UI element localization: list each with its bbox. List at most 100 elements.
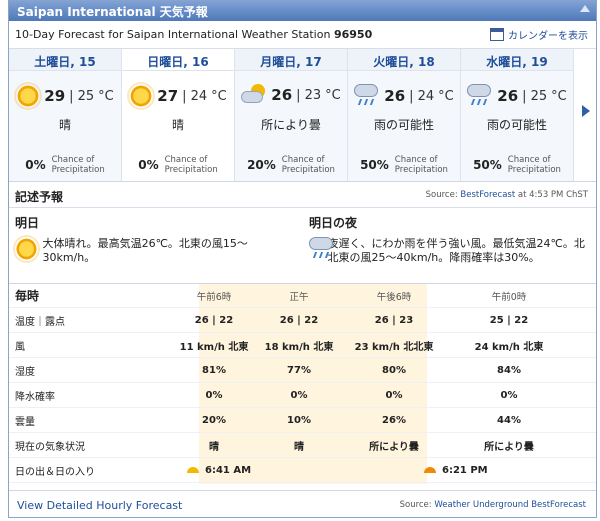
rain-icon bbox=[467, 84, 493, 108]
precip-label-1: Chance of bbox=[281, 155, 325, 165]
hourly-cell: 84% bbox=[497, 364, 521, 376]
show-calendar-link[interactable]: カレンダーを表示 bbox=[490, 27, 588, 42]
hourly-row: 雲量 20% 10% 26% 44% bbox=[9, 408, 596, 433]
narrative-today-text: 大体晴れ。最高気温26℃。北東の風15〜30km/h。 bbox=[42, 237, 248, 264]
hourly-row: 風 11 km/h 北東 18 km/h 北東 23 km/h 北北東 24 km/h … bbox=[9, 333, 596, 358]
day-precip-chance: 20% bbox=[247, 158, 276, 172]
hourly-cell: 10% bbox=[287, 414, 311, 426]
footer-source-prefix: Source: bbox=[399, 500, 432, 510]
forecast-widget: Saipan International 天気予報 10-Day Forecas… bbox=[8, 0, 597, 518]
day-condition: 所により曇 bbox=[261, 118, 321, 132]
hourly-cell: 44% bbox=[497, 414, 521, 426]
precip-label-1: Chance of bbox=[164, 155, 208, 165]
day-low-temp: 24 bbox=[417, 88, 435, 104]
hourly-cell: 0% bbox=[385, 389, 403, 401]
hourly-cell: 0% bbox=[290, 389, 308, 401]
hourly-cell: 晴 bbox=[294, 441, 304, 453]
day-temp-unit: °C bbox=[211, 88, 227, 104]
day-temp-unit: °C bbox=[98, 88, 114, 104]
sunset-icon bbox=[424, 467, 436, 473]
hourly-row-label: 湿度 bbox=[15, 366, 35, 378]
narrative-section: 明日 大体晴れ。最高気温26℃。北東の風15〜30km/h。 明日の夜 夜遅く、… bbox=[9, 208, 596, 284]
rain-icon bbox=[354, 84, 380, 108]
narrative-source-time: at 4:53 PM ChST bbox=[517, 190, 588, 200]
day-low-temp: 25 bbox=[530, 88, 548, 104]
day-low-temp: 23 bbox=[304, 87, 322, 103]
day-low-temp: 25 bbox=[77, 88, 95, 104]
narrative-title: 記述予報 bbox=[15, 190, 64, 204]
hourly-row-label: 現在の気象状況 bbox=[15, 441, 85, 453]
footer-source: Source: Weather Underground BestForecast bbox=[400, 500, 586, 510]
hourly-header-row: 毎時 午前6時 正午 午後6時 午前0時 bbox=[9, 284, 596, 308]
forecast-description: 10-Day Forecast for Saipan International… bbox=[15, 28, 331, 41]
day-high-temp: 26 bbox=[497, 87, 519, 105]
sunrise-sunset-row: 日の出＆日の入り 6:41 AM 6:21 PM bbox=[9, 458, 596, 483]
day-high-temp: 26 bbox=[384, 87, 406, 105]
forecast-subheader: 10-Day Forecast for Saipan International… bbox=[9, 21, 596, 49]
hourly-cell: 24 km/h 北東 bbox=[474, 341, 544, 353]
day-temp-unit: °C bbox=[551, 88, 567, 104]
day-high-temp: 26 bbox=[271, 86, 293, 104]
sunrise-time: 6:41 AM bbox=[205, 464, 252, 476]
hourly-row-label: 風 bbox=[15, 341, 25, 353]
day-temp-unit: °C bbox=[325, 87, 341, 103]
precip-label-1: Chance of bbox=[51, 155, 95, 165]
hourly-cell: 26 | 23 bbox=[374, 314, 414, 326]
narrative-tonight-text: 夜遅く、にわか雨を伴う強い風。最低気温24℃。北北東の風25〜40km/h。降雨… bbox=[327, 237, 585, 264]
daily-forecast-strip: 土曜日, 15 29 | 25 °C 晴 0% Chance of Precipitation 日… bbox=[9, 49, 596, 182]
wunderground-link[interactable]: Weather Underground BestForecast bbox=[434, 500, 586, 510]
day-name: 水曜日, 19 bbox=[461, 49, 573, 71]
sunrise-icon bbox=[187, 467, 199, 473]
next-days-arrow-icon[interactable] bbox=[582, 105, 590, 117]
day-column[interactable]: 水曜日, 19 26 | 25 °C 雨の可能性 50% Chance of Precipita… bbox=[461, 49, 574, 181]
hourly-row: 現在の気象状況晴晴所により曇 所により曇 bbox=[9, 433, 596, 458]
hourly-cell: 80% bbox=[382, 364, 406, 376]
day-column[interactable]: 日曜日, 16 27 | 24 °C 晴 0% Chance of Precipitation bbox=[122, 49, 235, 181]
sun-icon bbox=[15, 237, 39, 261]
hourly-row: 降水確率 0% 0% 0% 0% bbox=[9, 383, 596, 408]
sunset-time: 6:21 PM bbox=[442, 464, 488, 476]
day-column[interactable]: 土曜日, 15 29 | 25 °C 晴 0% Chance of Precipitation bbox=[9, 49, 122, 181]
detailed-hourly-link[interactable]: View Detailed Hourly Forecast bbox=[17, 499, 182, 512]
day-column[interactable]: 火曜日, 18 26 | 24 °C 雨の可能性 50% Chance of Precipita… bbox=[348, 49, 461, 181]
sunrise-sunset-label: 日の出＆日の入り bbox=[15, 466, 95, 478]
hourly-row-label: 降水確率 bbox=[15, 391, 55, 403]
hourly-cell: 26 | 22 bbox=[279, 314, 319, 326]
narrative-source: Source: BestForecast at 4:53 PM ChST bbox=[426, 190, 588, 200]
day-condition: 晴 bbox=[58, 118, 71, 132]
station-id: 96950 bbox=[333, 28, 373, 41]
sun-icon bbox=[129, 84, 154, 108]
day-condition: 雨の可能性 bbox=[486, 118, 547, 132]
hourly-cell: 25 | 22 bbox=[489, 314, 529, 326]
day-column[interactable]: 月曜日, 17 26 | 23 °C 所により曇 20% Chance of Precipita… bbox=[235, 49, 348, 181]
day-high-temp: 29 bbox=[44, 87, 66, 105]
day-low-sep: | bbox=[296, 87, 301, 103]
hourly-cell: 0% bbox=[500, 389, 518, 401]
forecast-footer: View Detailed Hourly Forecast Source: We… bbox=[9, 490, 596, 517]
hourly-time: 正午 bbox=[289, 291, 309, 303]
hourly-cell: 77% bbox=[287, 364, 311, 376]
narrative-source-prefix: Source: bbox=[425, 190, 458, 200]
bestforecast-link[interactable]: BestForecast bbox=[460, 190, 515, 200]
day-name: 土曜日, 15 bbox=[9, 49, 121, 71]
scroll-up-icon[interactable] bbox=[580, 5, 590, 12]
precip-label-2: Precipitation bbox=[394, 165, 448, 175]
hourly-row-label: 温度｜露点 bbox=[15, 316, 65, 328]
day-high-temp: 27 bbox=[157, 87, 179, 105]
hourly-cell: 18 km/h 北東 bbox=[264, 341, 334, 353]
hourly-time: 午後6時 bbox=[376, 291, 412, 303]
sun-icon bbox=[16, 84, 41, 108]
narrative-header: 記述予報 Source: BestForecast at 4:53 PM ChS… bbox=[9, 182, 596, 208]
day-low-sep: | bbox=[522, 88, 527, 104]
narrative-tonight: 明日の夜 夜遅く、にわか雨を伴う強い風。最低気温24℃。北北東の風25〜40km… bbox=[309, 214, 589, 265]
day-name: 火曜日, 18 bbox=[348, 49, 460, 71]
narrative-today-title: 明日 bbox=[15, 216, 40, 230]
day-precip-chance: 0% bbox=[138, 158, 159, 172]
narrative-tonight-title: 明日の夜 bbox=[309, 216, 358, 230]
rain-icon bbox=[309, 237, 333, 261]
precip-label-2: Precipitation bbox=[281, 165, 335, 175]
day-low-temp: 24 bbox=[190, 88, 208, 104]
precip-label-1: Chance of bbox=[507, 155, 551, 165]
hourly-cell: 26% bbox=[382, 414, 406, 426]
hourly-title: 毎時 bbox=[15, 289, 40, 303]
